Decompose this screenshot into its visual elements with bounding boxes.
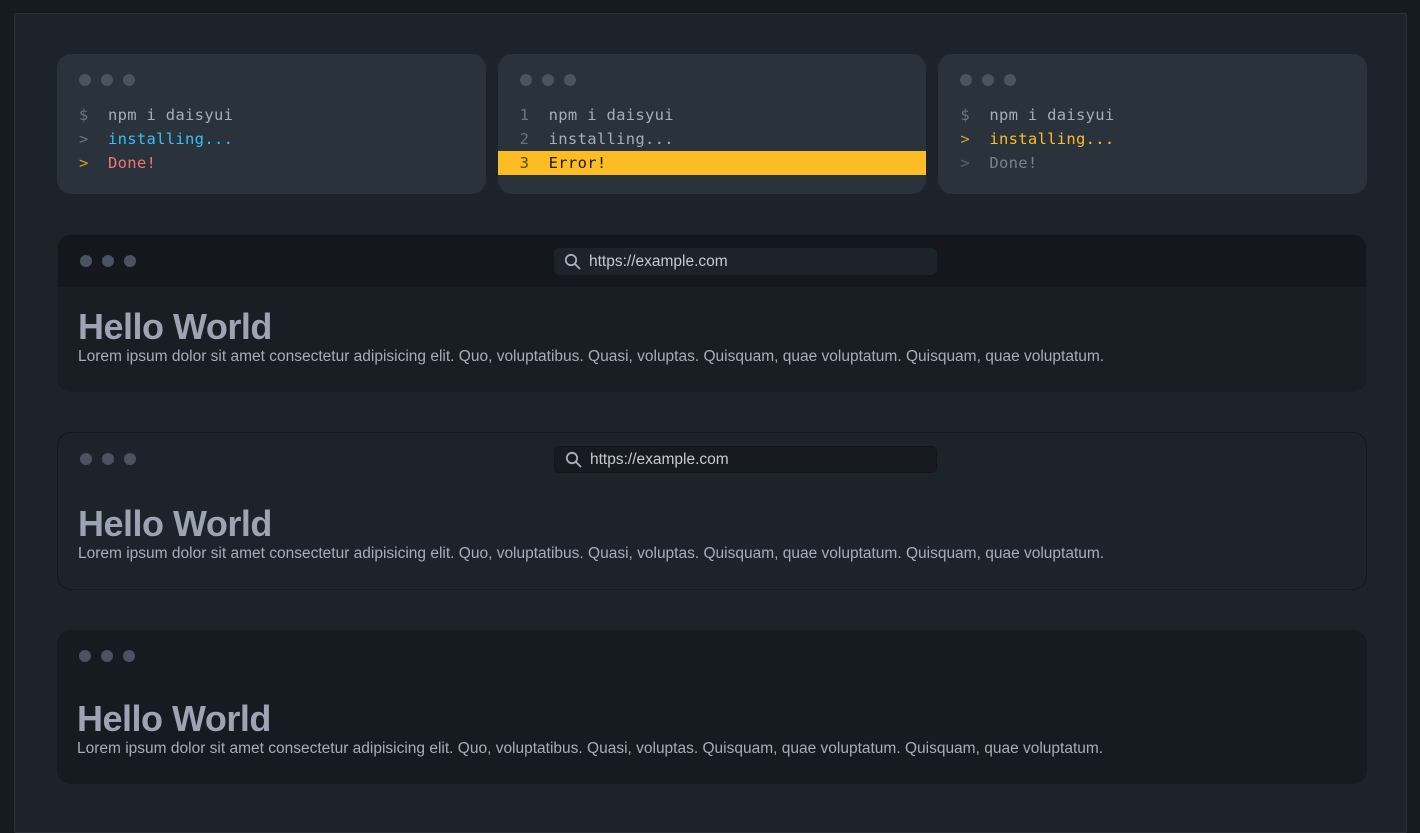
line-number: 3 — [519, 154, 530, 172]
window-dot-icon — [79, 650, 91, 662]
code-prefix: > — [960, 130, 970, 148]
code-line: $ npm i daisyui — [938, 103, 1367, 127]
url-text: https://example.com — [590, 450, 729, 468]
page-heading: Hello World — [78, 503, 272, 544]
browser-toolbar: https://example.com — [58, 433, 1366, 485]
window-dot-icon — [79, 74, 91, 86]
window-dot-icon — [960, 74, 973, 86]
window-dots — [960, 74, 1017, 86]
code-line: > installing... — [938, 127, 1367, 151]
code-text: npm i daisyui — [989, 106, 1115, 124]
page-heading: Hello World — [77, 698, 271, 739]
code-text: Error! — [548, 154, 607, 172]
window-toolbar — [57, 630, 1367, 682]
code-line: $ npm i daisyui — [57, 103, 486, 127]
search-icon — [564, 253, 581, 270]
code-line: 2 installing... — [498, 127, 927, 151]
window-dot-icon — [101, 74, 113, 86]
window-mockup: Hello World Lorem ipsum dolor sit amet c… — [57, 630, 1367, 784]
code-mockup-1: $ npm i daisyui > installing... > Done! — [57, 54, 486, 194]
code-text: Done! — [989, 154, 1038, 172]
url-text: https://example.com — [589, 252, 728, 270]
code-line: > Done! — [938, 151, 1367, 175]
code-text: npm i daisyui — [108, 106, 234, 124]
code-prefix: > — [960, 154, 970, 172]
browser-mockup-2: https://example.com Hello World Lorem ip… — [57, 432, 1367, 590]
code-text: installing... — [989, 130, 1115, 148]
page-body-text: Lorem ipsum dolor sit amet consectetur a… — [78, 348, 1105, 365]
window-dot-icon — [982, 74, 995, 86]
preview-frame: $ npm i daisyui > installing... > Done! … — [14, 13, 1407, 833]
window-dots — [519, 74, 576, 86]
code-text: Done! — [108, 154, 157, 172]
window-dot-icon — [1004, 74, 1017, 86]
window-dot-icon — [541, 74, 554, 86]
browser-mockup-1: https://example.com Hello World Lorem ip… — [57, 234, 1367, 392]
window-dot-icon — [102, 255, 114, 267]
code-prefix: > — [79, 154, 89, 172]
code-text: npm i daisyui — [548, 106, 674, 124]
code-line-highlighted: 3 Error! — [497, 151, 927, 175]
browser-content: Hello World Lorem ipsum dolor sit amet c… — [58, 485, 1366, 563]
code-prefix: > — [79, 130, 89, 148]
code-text: installing... — [108, 130, 234, 148]
window-dot-icon — [124, 453, 136, 465]
window-content: Hello World Lorem ipsum dolor sit amet c… — [57, 682, 1367, 758]
window-dot-icon — [80, 453, 92, 465]
window-dot-icon — [102, 453, 114, 465]
page-body-text: Lorem ipsum dolor sit amet consectetur a… — [78, 545, 1105, 562]
code-mockup-2: 1 npm i daisyui 2 installing... 3 Error! — [497, 54, 927, 194]
page-body-text: Lorem ipsum dolor sit amet consectetur a… — [77, 740, 1104, 757]
window-dot-icon — [123, 650, 135, 662]
line-number: 2 — [519, 130, 530, 148]
code-mockup-3: $ npm i daisyui > installing... > Done! — [938, 54, 1368, 194]
url-bar[interactable]: https://example.com — [554, 446, 937, 473]
window-dot-icon — [519, 74, 532, 86]
code-mockup-row: $ npm i daisyui > installing... > Done! … — [57, 54, 1368, 194]
browser-toolbar: https://example.com — [58, 235, 1366, 287]
window-dots — [79, 650, 135, 662]
search-icon — [565, 451, 582, 468]
window-dot-icon — [80, 255, 92, 267]
window-dot-icon — [101, 650, 113, 662]
window-dots — [80, 453, 136, 465]
line-number: 1 — [519, 106, 530, 124]
code-prefix: $ — [79, 106, 89, 124]
browser-content: Hello World Lorem ipsum dolor sit amet c… — [58, 287, 1366, 366]
window-dot-icon — [123, 74, 135, 86]
code-prefix: $ — [960, 106, 970, 124]
window-dots — [80, 255, 136, 267]
window-dots — [79, 74, 135, 86]
window-dot-icon — [563, 74, 576, 86]
page-heading: Hello World — [78, 306, 272, 347]
code-line: 1 npm i daisyui — [498, 103, 927, 127]
window-dot-icon — [124, 255, 136, 267]
code-line: > Done! — [57, 151, 486, 175]
url-bar[interactable]: https://example.com — [554, 248, 937, 275]
code-text: installing... — [548, 130, 674, 148]
code-line: > installing... — [57, 127, 486, 151]
